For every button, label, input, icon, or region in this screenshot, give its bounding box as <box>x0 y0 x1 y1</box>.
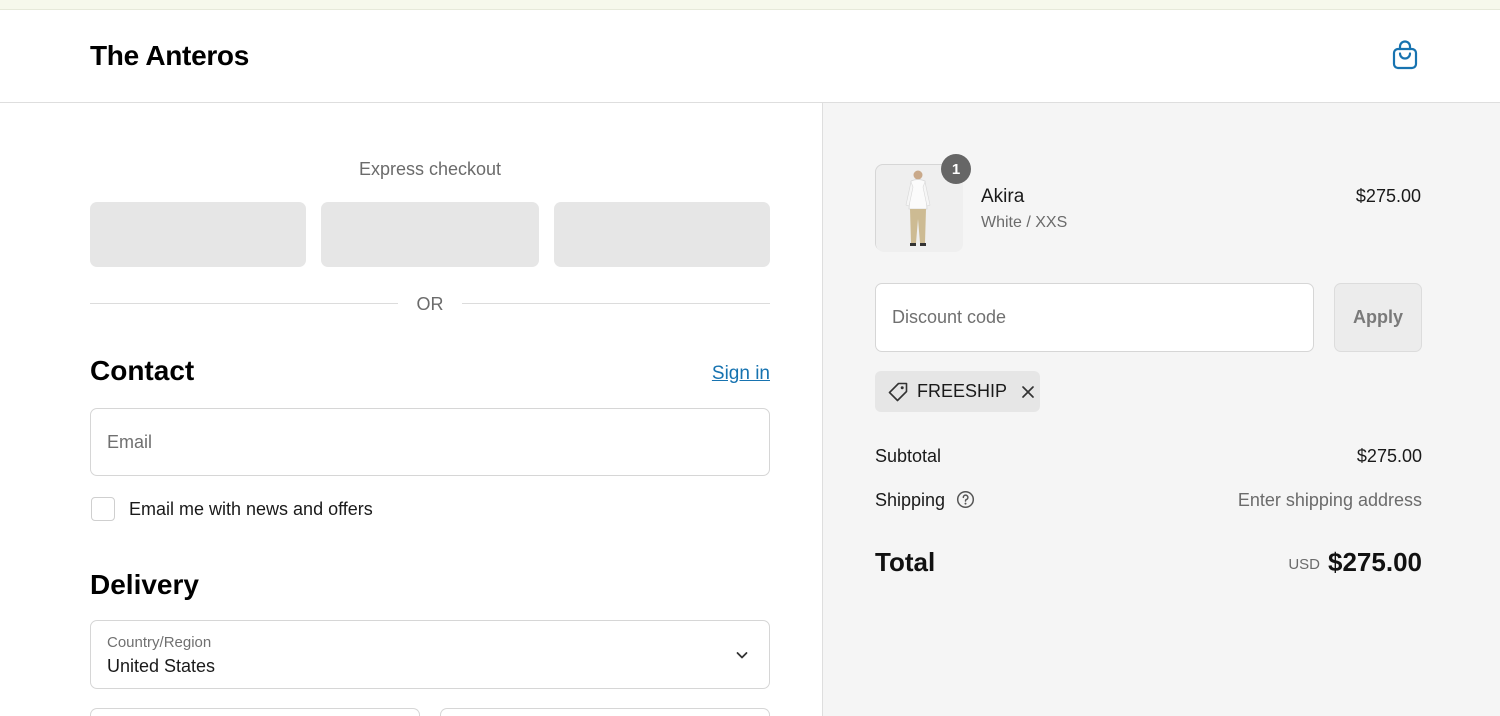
checkout-form: Express checkout OR Contact Sign in Emai… <box>0 103 822 716</box>
shipping-value: Enter shipping address <box>1237 490 1422 510</box>
express-pay-button-3[interactable] <box>554 202 770 267</box>
chevron-down-icon <box>736 652 748 659</box>
country-value: United States <box>107 656 216 676</box>
apply-button[interactable]: Apply <box>1334 283 1422 352</box>
total-amount: $275.00 <box>1328 547 1422 577</box>
total-amount-group: USD $275.00 <box>1203 547 1422 578</box>
subtotal-label: Subtotal <box>875 446 942 466</box>
shipping-label: Shipping <box>875 490 946 510</box>
help-icon[interactable] <box>956 490 975 509</box>
newsletter-checkbox[interactable] <box>91 497 115 521</box>
product-variant: White / XXS <box>981 214 1068 231</box>
discount-code-text: FREESHIP <box>917 381 1008 401</box>
subtotal-value: $275.00 <box>1356 446 1422 466</box>
discount-input[interactable] <box>876 284 1313 351</box>
top-strip <box>0 0 1500 10</box>
express-checkout-label: Express checkout <box>358 159 502 179</box>
or-divider-text: OR <box>416 294 444 314</box>
delivery-title: Delivery <box>90 569 199 600</box>
total-label: Total <box>875 547 936 577</box>
total-currency: USD <box>1288 556 1321 573</box>
remove-discount-button[interactable] <box>1019 383 1037 401</box>
first-name-field[interactable] <box>90 708 420 716</box>
express-pay-button-2[interactable] <box>321 202 539 267</box>
contact-title: Contact <box>90 355 195 386</box>
store-name[interactable]: The Anteros <box>90 40 249 72</box>
tag-icon <box>888 382 908 401</box>
product-price: $275.00 <box>1355 186 1421 206</box>
sign-in-link[interactable]: Sign in <box>690 363 770 385</box>
order-summary: 1 Akira White / XXS $275.00 Apply FREESH… <box>822 103 1500 716</box>
divider-right <box>462 303 770 304</box>
discount-tag: FREESHIP <box>875 371 1040 412</box>
checkout-header: The Anteros <box>0 10 1500 103</box>
discount-field[interactable] <box>875 283 1314 352</box>
last-name-field[interactable] <box>440 708 770 716</box>
close-icon <box>1022 385 1034 398</box>
express-pay-button-1[interactable] <box>90 202 306 267</box>
email-input[interactable] <box>91 409 769 475</box>
shopping-bag-icon <box>1392 40 1418 70</box>
country-label: Country/Region <box>107 634 212 651</box>
quantity-badge: 1 <box>941 154 971 184</box>
cart-button[interactable] <box>1388 38 1422 72</box>
product-name: Akira <box>981 186 1025 207</box>
divider-left <box>90 303 398 304</box>
email-field[interactable] <box>90 408 770 476</box>
newsletter-label: Email me with news and offers <box>129 499 373 519</box>
country-select[interactable]: Country/Region United States <box>90 620 770 689</box>
